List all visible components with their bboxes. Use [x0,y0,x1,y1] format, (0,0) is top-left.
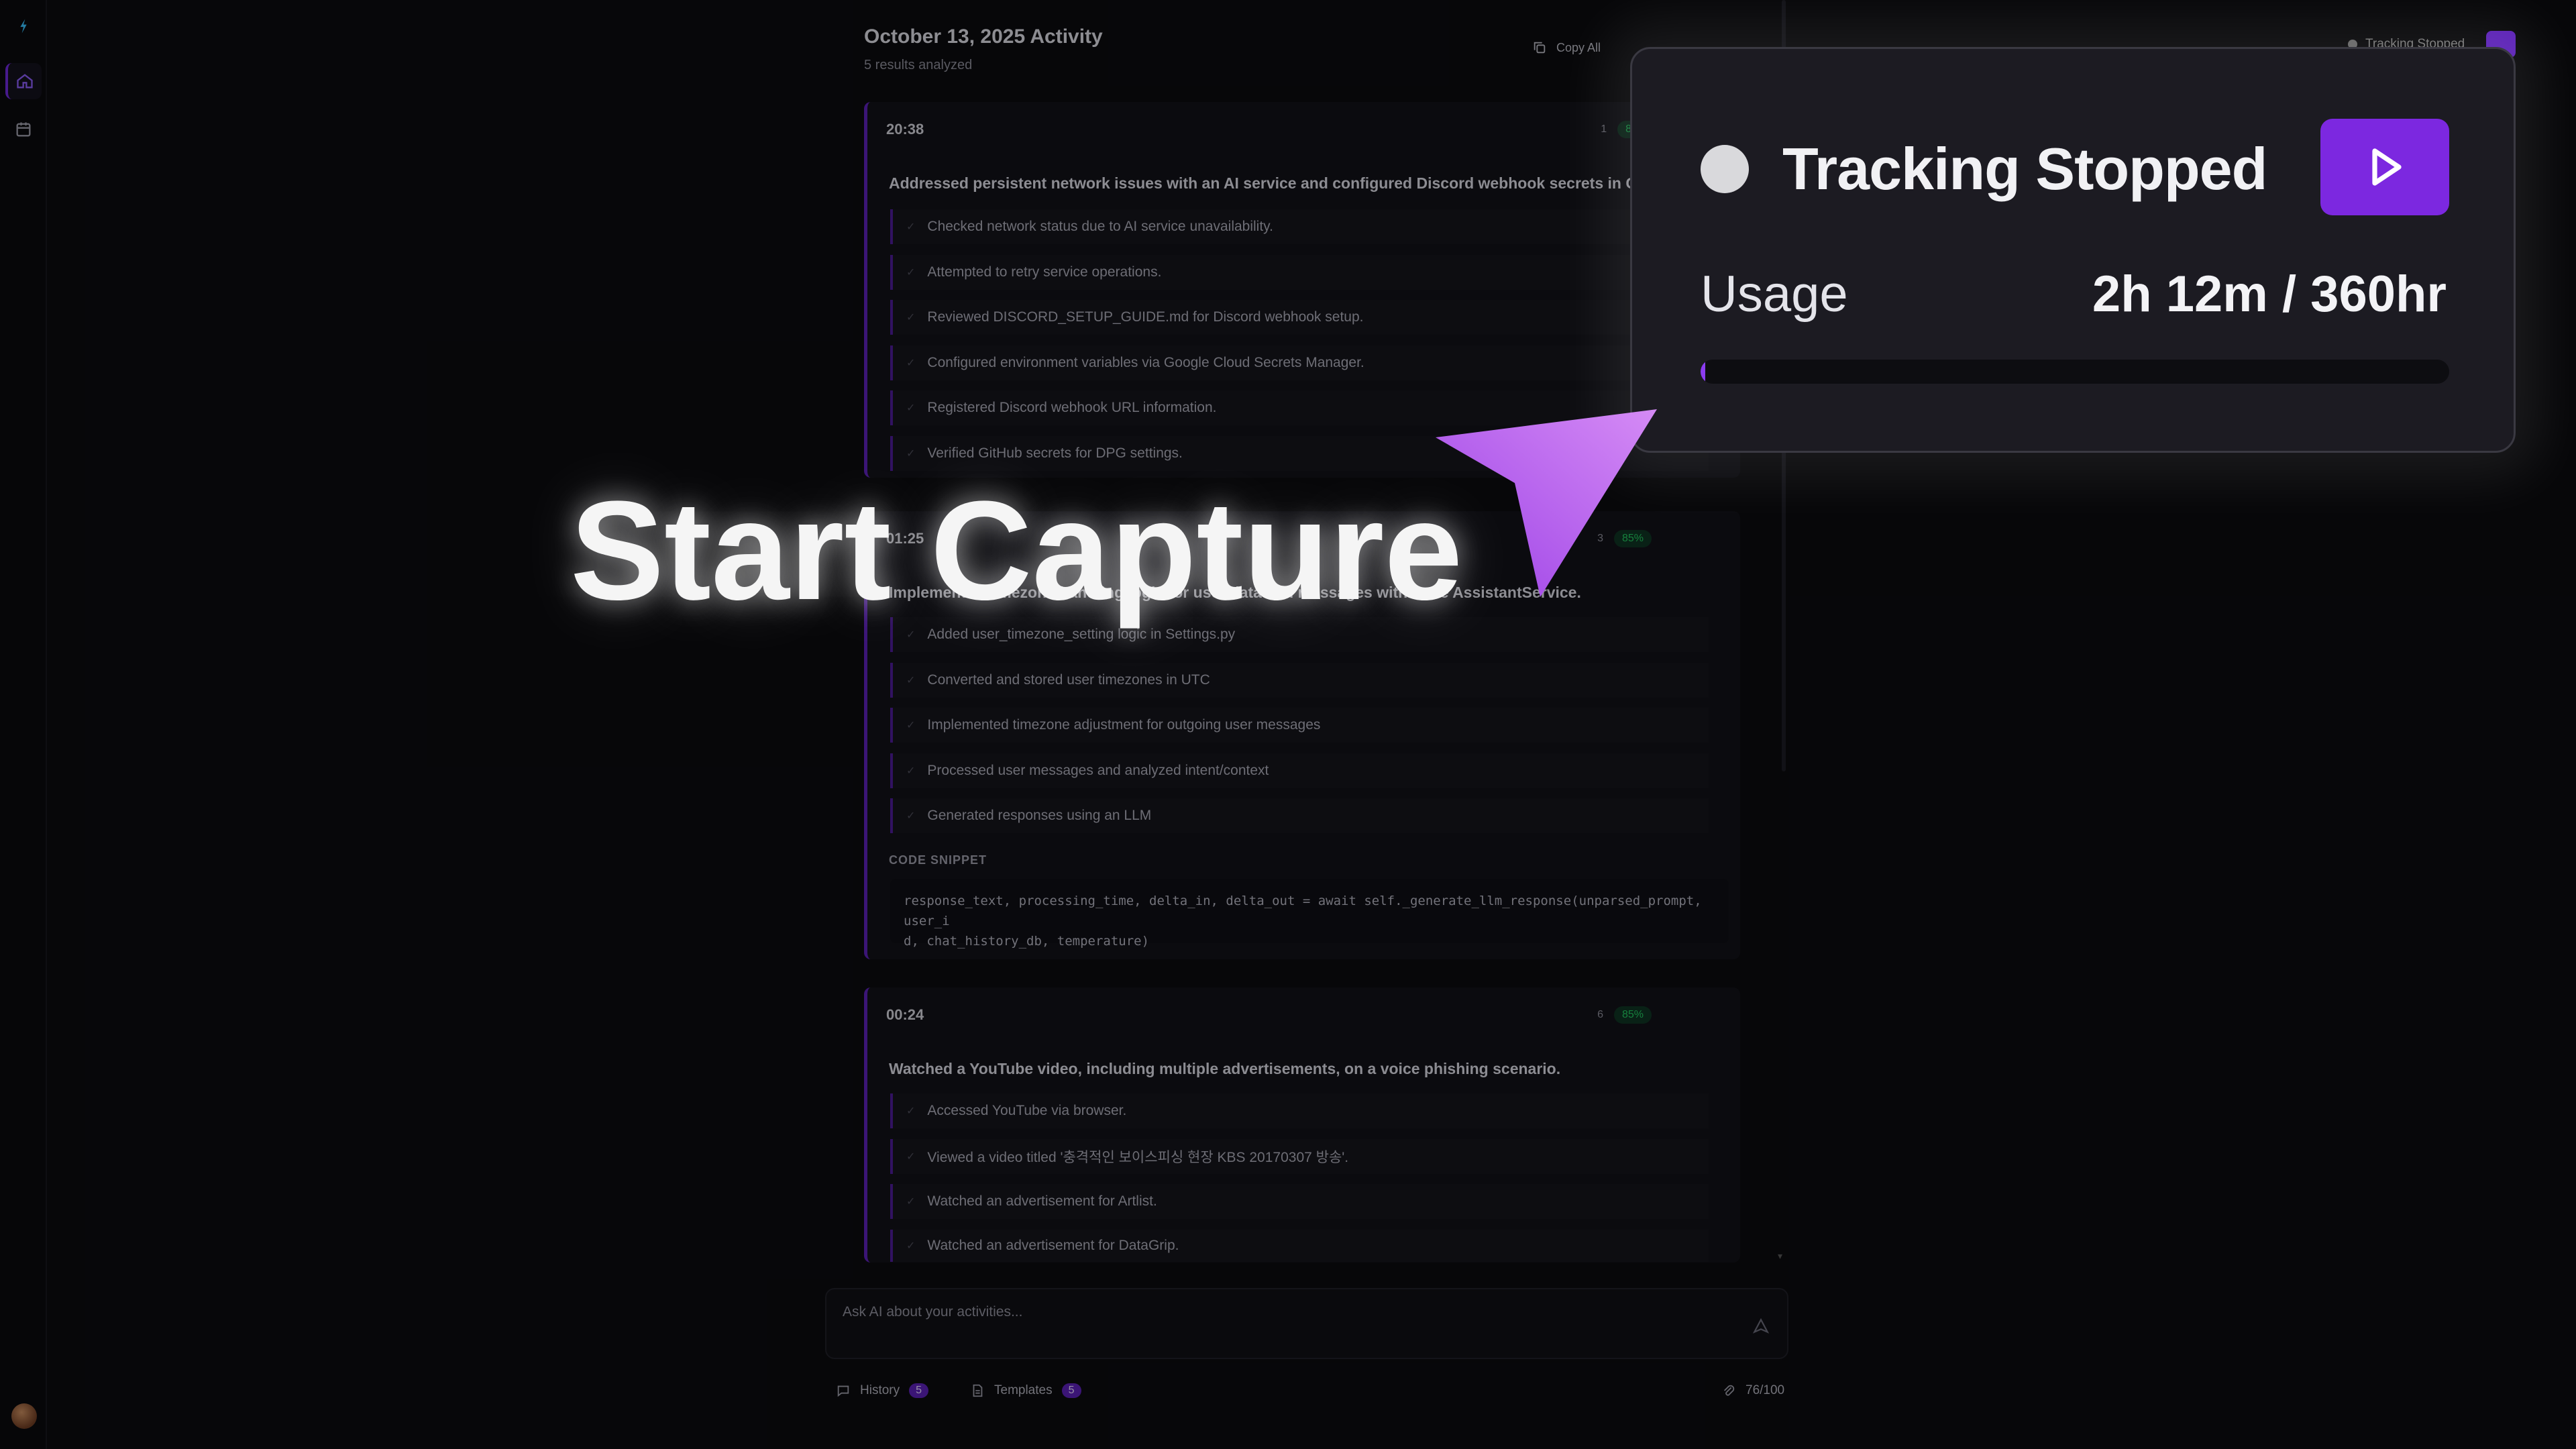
card-summary: Addressed persistent network issues with… [889,174,1640,192]
app-logo[interactable] [5,8,42,44]
send-icon[interactable] [1752,1318,1770,1335]
activity-header: October 13, 2025 Activity 5 results anal… [864,25,1103,73]
screenshot-count: 6 [1597,1009,1603,1020]
char-count: 76/100 [1746,1383,1785,1397]
check-icon: ✓ [906,720,916,731]
step-text: Checked network status due to AI service… [927,219,1273,234]
check-icon: ✓ [906,312,916,323]
card-time: 00:24 [886,1006,924,1023]
usage-progress-fill [1701,360,1705,384]
chat-placeholder: Ask AI about your activities... [843,1304,1023,1320]
history-count-badge: 5 [909,1383,929,1398]
templates-count-badge: 5 [1061,1383,1081,1398]
step-text: Viewed a video titled '충격적인 보이스피싱 현장 KBS… [927,1150,1349,1165]
tracking-popup: Tracking Stopped Usage 2h 12m / 360hr [1630,47,2516,453]
list-item: ✓ Implemented timezone adjustment for out… [890,708,1709,743]
play-icon [2372,148,2402,186]
list-item: ✓ Processed user messages and analyzed in… [890,753,1709,788]
card-meta: 6 85% [1597,1006,1652,1024]
copy-all-button[interactable]: Copy All [1532,40,1601,55]
home-icon [17,74,33,89]
check-icon: ✓ [906,675,916,686]
status-dot [1701,145,1749,193]
screenshot-count: 1 [1601,123,1607,135]
list-item: ✓ Converted and stored user timezones in … [890,663,1709,698]
step-text: Watched an advertisement for DataGrip. [927,1238,1179,1253]
code-snippet[interactable]: response_text, processing_time, delta_in… [890,879,1729,949]
step-text: Attempted to retry service operations. [927,264,1162,280]
code-line: d, chat_history_db, temperature) [904,934,1150,949]
attach-icon [1723,1385,1735,1396]
history-button[interactable]: History 5 [836,1383,929,1398]
check-icon: ✓ [906,1196,916,1208]
check-icon: ✓ [906,1240,916,1252]
character-counter: 76/100 [1721,1383,1784,1398]
copy-icon [1534,42,1546,54]
page-title: October 13, 2025 Activity [864,25,1103,48]
start-capture-label: Start Capture [570,472,1463,629]
list-item: ✓ Watched an advertisement for DataGrip. [890,1230,1709,1262]
check-icon: ✓ [906,810,916,822]
usage-value: 2h 12m / 360hr [2092,266,2447,323]
step-text: Generated responses using an LLM [927,808,1152,823]
sidebar-item-calendar[interactable] [5,111,42,148]
check-icon: ✓ [906,358,916,369]
logo-icon [20,19,27,34]
usage-progress-bar [1701,360,2449,384]
card-time: 20:38 [886,121,924,138]
step-text: Converted and stored user timezones in U… [927,672,1210,688]
tracking-status: Tracking Stopped [1782,136,2267,202]
copy-all-label: Copy All [1556,40,1601,54]
code-line: response_text, processing_time, delta_in… [904,894,1702,928]
pointer-arrow-icon [1436,409,1657,597]
templates-button[interactable]: Templates 5 [970,1383,1081,1398]
step-text: Configured environment variables via Goo… [927,355,1364,370]
list-item: ✓ Generated responses using an LLM [890,798,1709,833]
step-text: Accessed YouTube via browser. [927,1103,1127,1118]
chat-icon [837,1385,849,1397]
check-icon: ✓ [906,221,916,233]
step-text: Reviewed DISCORD_SETUP_GUIDE.md for Disc… [927,309,1364,325]
step-text: Verified GitHub secrets for DPG settings… [927,445,1183,461]
check-icon: ✓ [906,1151,916,1163]
list-item: ✓ Accessed YouTube via browser. [890,1093,1709,1128]
list-item: ✓ Watched an advertisement for Artlist. [890,1184,1709,1219]
check-icon: ✓ [906,765,916,777]
start-tracking-button[interactable] [2320,119,2449,215]
activity-card[interactable]: 00:24 6 85% Watched a YouTube video, inc… [864,987,1740,1263]
usage-label: Usage [1701,266,1848,323]
list-item: ✓ Configured environment variables via Go… [890,345,1709,380]
template-icon [973,1384,983,1397]
list-item: ✓ Checked network status due to AI servic… [890,209,1709,244]
confidence-badge: 85% [1613,1006,1652,1024]
chat-input[interactable]: Ask AI about your activities... [825,1288,1788,1359]
snippet-label: CODE SNIPPET [889,853,987,867]
sidebar-item-home[interactable] [5,63,42,99]
list-item: ✓ Reviewed DISCORD_SETUP_GUIDE.md for Dis… [890,300,1709,335]
scroll-down-arrow[interactable]: ▾ [1778,1250,1782,1262]
step-text: Watched an advertisement for Artlist. [927,1193,1157,1209]
check-icon: ✓ [906,267,916,278]
avatar[interactable] [11,1403,37,1429]
list-item: ✓ Attempted to retry service operations. [890,255,1709,290]
check-icon: ✓ [906,402,916,414]
card-summary: Watched a YouTube video, including multi… [889,1060,1561,1077]
history-label: History [860,1383,900,1397]
list-item: ✓ Viewed a video titled '충격적인 보이스피싱 현장 KB… [890,1139,1709,1174]
calendar-icon [16,122,31,137]
sidebar [0,0,47,1449]
step-text: Registered Discord webhook URL informati… [927,400,1217,415]
templates-label: Templates [994,1383,1053,1397]
step-text: Implemented timezone adjustment for outg… [927,717,1321,733]
check-icon: ✓ [906,1106,916,1117]
results-count: 5 results analyzed [864,58,973,72]
check-icon: ✓ [906,448,916,460]
step-text: Processed user messages and analyzed int… [927,763,1269,778]
